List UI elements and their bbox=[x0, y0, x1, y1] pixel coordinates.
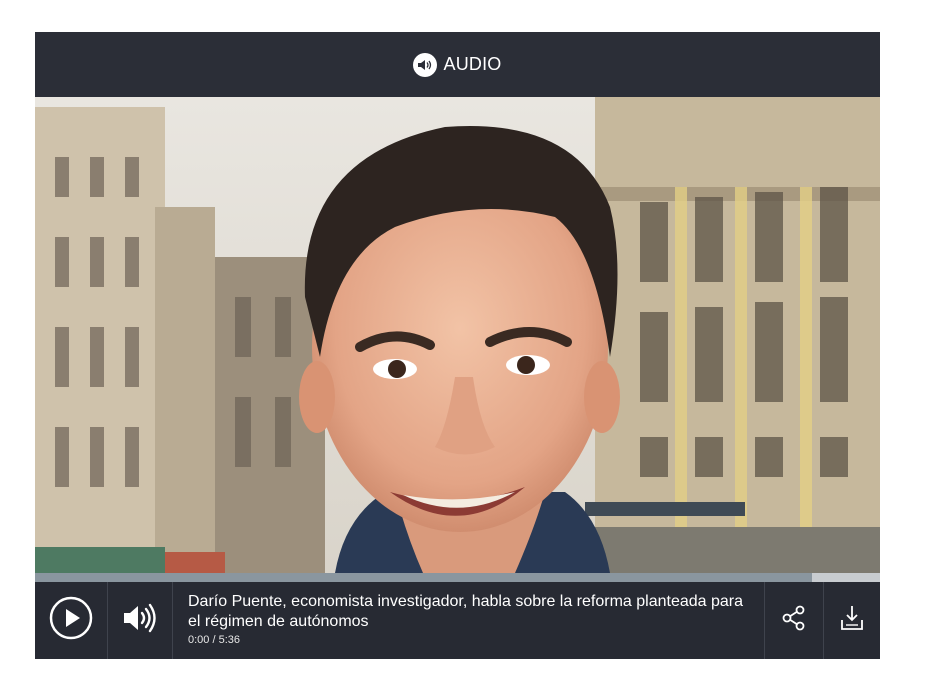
control-bar: Darío Puente, economista investigador, h… bbox=[35, 582, 880, 659]
volume-icon bbox=[122, 603, 158, 638]
speaker-icon bbox=[413, 52, 438, 77]
progress-bar[interactable] bbox=[35, 573, 880, 582]
header-title: AUDIO bbox=[443, 54, 502, 74]
player-header: AUDIO bbox=[35, 32, 880, 97]
download-button[interactable] bbox=[824, 582, 880, 659]
progress-buffered bbox=[35, 573, 813, 582]
volume-button[interactable] bbox=[108, 582, 173, 659]
share-button[interactable] bbox=[765, 582, 824, 659]
track-info: Darío Puente, economista investigador, h… bbox=[173, 582, 765, 659]
audio-player: AUDIO Darío Puente, economista investiga… bbox=[35, 32, 880, 659]
portrait-photo bbox=[35, 97, 880, 573]
play-icon bbox=[49, 596, 93, 645]
download-icon bbox=[839, 604, 865, 637]
track-title: Darío Puente, economista investigador, h… bbox=[188, 593, 744, 630]
track-time: 0:00 / 5:36 bbox=[188, 634, 240, 646]
play-button[interactable] bbox=[35, 582, 108, 659]
share-icon bbox=[782, 605, 806, 636]
header-badge: AUDIO bbox=[413, 52, 502, 77]
